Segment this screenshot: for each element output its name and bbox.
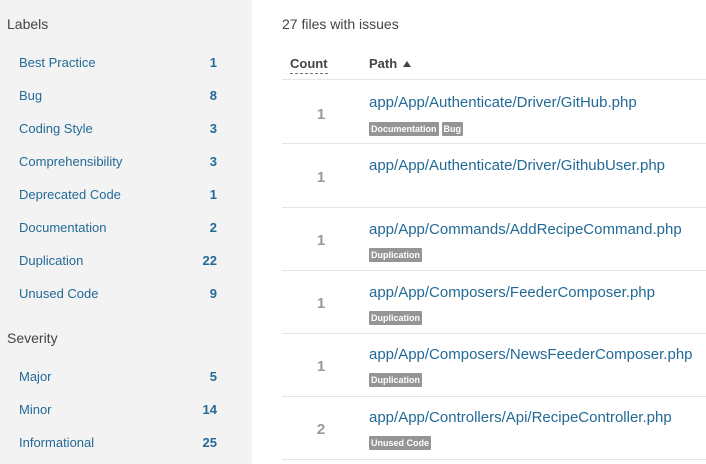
filter-count: 2 (209, 219, 217, 235)
issue-count: 1 (316, 295, 326, 312)
filter-severity-informational[interactable]: Informational 25 (19, 431, 217, 453)
filter-label: Best Practice (19, 54, 96, 70)
tag-badge: Unused Code (369, 436, 432, 450)
table-row: 1 app/App/Authenticate/Driver/GithubUser… (282, 145, 706, 208)
table-header: Count Path (282, 50, 706, 80)
filter-label: Deprecated Code (19, 186, 121, 202)
filter-severity-minor[interactable]: Minor 14 (19, 398, 217, 420)
filter-count: 1 (209, 186, 217, 202)
filter-label: Informational (19, 434, 95, 450)
filter-label: Documentation (19, 219, 107, 235)
count-column-header[interactable]: Count (290, 56, 328, 74)
caret-up-icon (402, 61, 411, 67)
filter-count: 8 (209, 87, 217, 103)
filter-label-comprehensibility[interactable]: Comprehensibility 3 (19, 150, 217, 172)
table-row: 1 app/App/Composers/FeederComposer.php D… (282, 271, 706, 334)
filter-count: 25 (202, 434, 217, 450)
issue-count: 1 (316, 232, 326, 249)
filter-label-coding-style[interactable]: Coding Style 3 (19, 117, 217, 139)
filter-label: Comprehensibility (19, 153, 123, 169)
filter-label-duplication[interactable]: Duplication 22 (19, 249, 217, 271)
filter-label: Minor (19, 401, 52, 417)
tag-badge: Duplication (369, 311, 422, 325)
filter-label-deprecated-code[interactable]: Deprecated Code 1 (19, 183, 217, 205)
file-path-link[interactable]: app/App/Composers/FeederComposer.php (369, 284, 655, 301)
table-row: 1 app/App/Commands/AddRecipeCommand.php … (282, 208, 706, 271)
tag-list: Documentation Bug (369, 122, 464, 136)
filter-label-bug[interactable]: Bug 8 (19, 84, 217, 106)
file-path-link[interactable]: app/App/Authenticate/Driver/GitHub.php (369, 94, 637, 111)
issue-count: 1 (316, 169, 326, 186)
path-column-label: Path (369, 56, 398, 71)
filter-count: 9 (209, 285, 217, 301)
filter-label: Unused Code (19, 285, 99, 301)
filter-label-best-practice[interactable]: Best Practice 1 (19, 51, 217, 73)
filter-label-unused-code[interactable]: Unused Code 9 (19, 282, 217, 304)
path-column-header[interactable]: Path (369, 56, 411, 71)
sidebar: Labels Best Practice 1 Bug 8 Coding Styl… (0, 0, 252, 464)
filter-label-documentation[interactable]: Documentation 2 (19, 216, 217, 238)
filter-count: 22 (202, 252, 217, 268)
severity-section-title: Severity (7, 330, 58, 346)
filter-severity-major[interactable]: Major 5 (19, 365, 217, 387)
filter-count: 3 (209, 120, 217, 136)
files-summary: 27 files with issues (282, 16, 399, 32)
filter-count: 3 (209, 153, 217, 169)
issue-count: 1 (316, 358, 326, 375)
table-row: 1 app/App/Authenticate/Driver/GitHub.php… (282, 81, 706, 144)
filter-label: Bug (19, 87, 43, 103)
filter-label: Duplication (19, 252, 84, 268)
tag-badge: Bug (441, 122, 464, 136)
table-row: 1 app/App/Composers/NewsFeederComposer.p… (282, 334, 706, 397)
file-path-link[interactable]: app/App/Authenticate/Driver/GithubUser.p… (369, 157, 665, 174)
tag-badge: Documentation (369, 122, 439, 136)
tag-list: Duplication (369, 248, 422, 262)
file-path-link[interactable]: app/App/Commands/AddRecipeCommand.php (369, 221, 682, 238)
file-path-link[interactable]: app/App/Composers/NewsFeederComposer.php (369, 346, 693, 363)
issues-panel: 27 files with issues Count Path 1 app/Ap… (282, 0, 706, 464)
tag-list: Duplication (369, 373, 422, 387)
tag-badge: Duplication (369, 373, 422, 387)
issue-count: 2 (316, 421, 326, 438)
tag-badge: Duplication (369, 248, 422, 262)
file-path-link[interactable]: app/App/Controllers/Api/RecipeController… (369, 409, 672, 426)
filter-count: 14 (202, 401, 217, 417)
filter-count: 1 (209, 54, 217, 70)
labels-section-title: Labels (7, 16, 49, 32)
tag-list: Duplication (369, 311, 422, 325)
tag-list: Unused Code (369, 436, 432, 450)
filter-label: Major (19, 368, 52, 384)
issue-count: 1 (316, 106, 326, 123)
table-row: 2 app/App/Controllers/Api/RecipeControll… (282, 397, 706, 460)
filter-label: Coding Style (19, 120, 93, 136)
filter-count: 5 (209, 368, 217, 384)
